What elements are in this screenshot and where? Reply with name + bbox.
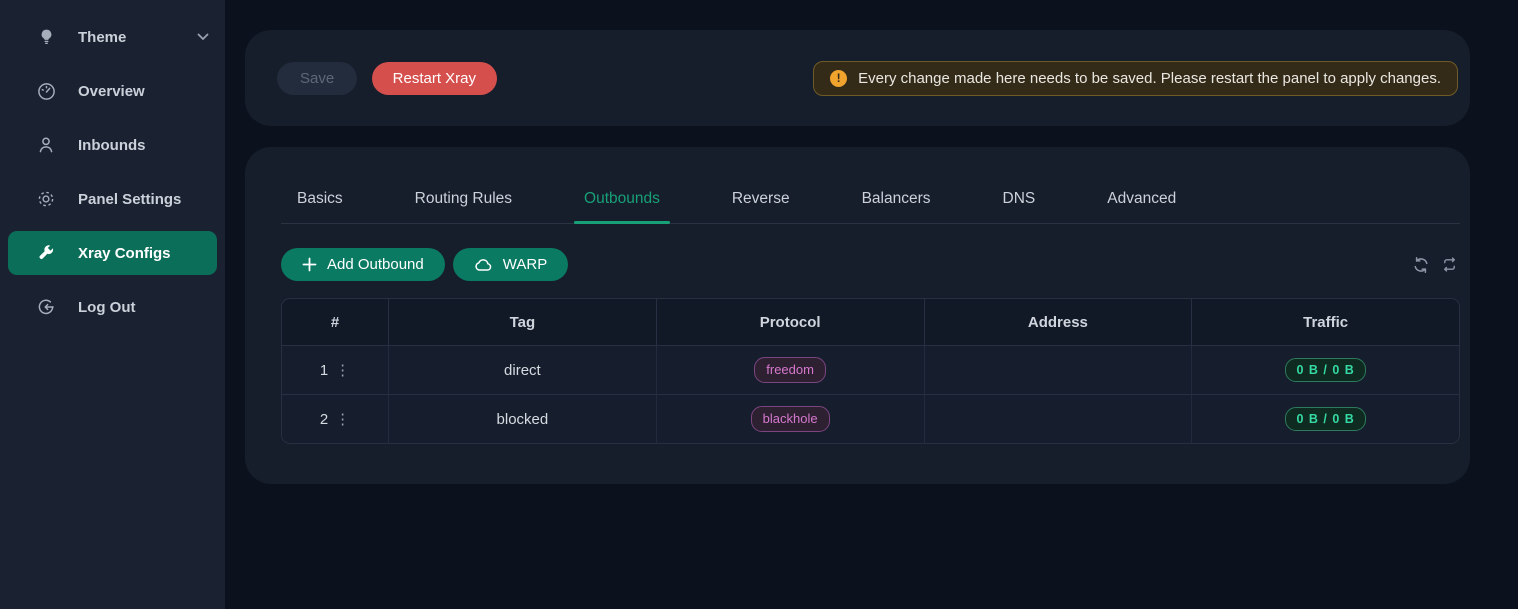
protocol-cell: blackhole <box>657 395 925 443</box>
tag-cell: blocked <box>389 395 657 443</box>
address-cell <box>925 395 1193 443</box>
warp-button[interactable]: WARP <box>453 248 568 281</box>
gear-icon <box>36 189 56 209</box>
sidebar-item-panel-settings[interactable]: Panel Settings <box>0 172 225 226</box>
protocol-badge: blackhole <box>751 406 830 432</box>
protocol-badge: freedom <box>754 357 826 383</box>
tab-bar: Basics Routing Rules Outbounds Reverse Balan… <box>281 190 1460 224</box>
tag-cell: direct <box>389 346 657 394</box>
address-cell <box>925 346 1193 394</box>
tab-outbounds[interactable]: Outbounds <box>584 190 660 223</box>
bulb-icon <box>36 27 56 47</box>
warning-icon: ! <box>830 70 847 87</box>
tab-dns[interactable]: DNS <box>1003 190 1036 223</box>
warning-alert-text: Every change made here needs to be saved… <box>858 70 1441 87</box>
table-row[interactable]: 2⋮blockedblackhole0 B / 0 B <box>282 394 1459 443</box>
traffic-cell: 0 B / 0 B <box>1192 346 1459 394</box>
index-cell: 1⋮ <box>282 346 389 394</box>
sidebar-item-theme[interactable]: Theme <box>0 10 225 64</box>
column-header-protocol: Protocol <box>657 299 925 345</box>
column-header-tag: Tag <box>389 299 657 345</box>
sidebar: Theme Overview Inbounds Panel Settings Xray … <box>0 0 225 609</box>
tab-reverse[interactable]: Reverse <box>732 190 790 223</box>
sidebar-item-log-out[interactable]: Log Out <box>0 280 225 334</box>
index-cell: 2⋮ <box>282 395 389 443</box>
sidebar-item-label: Theme <box>78 29 126 46</box>
outbounds-toolbar: Add Outbound WARP <box>281 248 1460 281</box>
table-header-row: #TagProtocolAddressTraffic <box>282 299 1459 345</box>
sidebar-item-label: Panel Settings <box>78 191 181 208</box>
traffic-badge: 0 B / 0 B <box>1285 407 1365 432</box>
sidebar-item-label: Overview <box>78 83 145 100</box>
refresh-icon[interactable] <box>1412 256 1430 274</box>
actions-card: Save Restart Xray ! Every change made he… <box>245 30 1470 126</box>
save-button[interactable]: Save <box>277 62 357 95</box>
row-index: 2 <box>320 411 328 428</box>
restart-xray-button[interactable]: Restart Xray <box>372 62 497 95</box>
row-index: 1 <box>320 362 328 379</box>
traffic-cell: 0 B / 0 B <box>1192 395 1459 443</box>
tab-basics[interactable]: Basics <box>297 190 343 223</box>
row-menu-icon[interactable]: ⋮ <box>335 363 350 378</box>
logout-icon <box>36 297 56 317</box>
main-content: Save Restart Xray ! Every change made he… <box>225 0 1518 609</box>
add-outbound-button[interactable]: Add Outbound <box>281 248 445 281</box>
sidebar-item-label: Log Out <box>78 299 135 316</box>
sidebar-item-label: Inbounds <box>78 137 146 154</box>
column-header-index: # <box>282 299 389 345</box>
action-buttons: Save Restart Xray <box>277 62 497 95</box>
chevron-down-icon <box>197 33 209 41</box>
warning-alert: ! Every change made here needs to be sav… <box>813 61 1458 96</box>
sidebar-item-xray-configs[interactable]: Xray Configs <box>8 231 217 275</box>
tab-advanced[interactable]: Advanced <box>1107 190 1176 223</box>
row-menu-icon[interactable]: ⋮ <box>335 412 350 427</box>
outbounds-table: #TagProtocolAddressTraffic1⋮directfreedo… <box>281 298 1460 444</box>
app-window: Theme Overview Inbounds Panel Settings Xray … <box>0 0 1518 609</box>
column-header-traffic: Traffic <box>1192 299 1459 345</box>
sidebar-item-inbounds[interactable]: Inbounds <box>0 118 225 172</box>
wrench-icon <box>36 243 56 263</box>
gauge-icon <box>36 81 56 101</box>
xray-config-card: Basics Routing Rules Outbounds Reverse Balan… <box>245 147 1470 484</box>
sidebar-item-label: Xray Configs <box>78 245 171 262</box>
sidebar-item-overview[interactable]: Overview <box>0 64 225 118</box>
protocol-cell: freedom <box>657 346 925 394</box>
traffic-badge: 0 B / 0 B <box>1285 358 1365 383</box>
plus-icon <box>302 257 317 272</box>
tab-routing-rules[interactable]: Routing Rules <box>415 190 512 223</box>
repeat-icon[interactable] <box>1441 256 1458 273</box>
user-icon <box>36 135 56 155</box>
tab-balancers[interactable]: Balancers <box>862 190 931 223</box>
table-row[interactable]: 1⋮directfreedom0 B / 0 B <box>282 345 1459 394</box>
cloud-icon <box>474 258 493 272</box>
column-header-address: Address <box>925 299 1193 345</box>
